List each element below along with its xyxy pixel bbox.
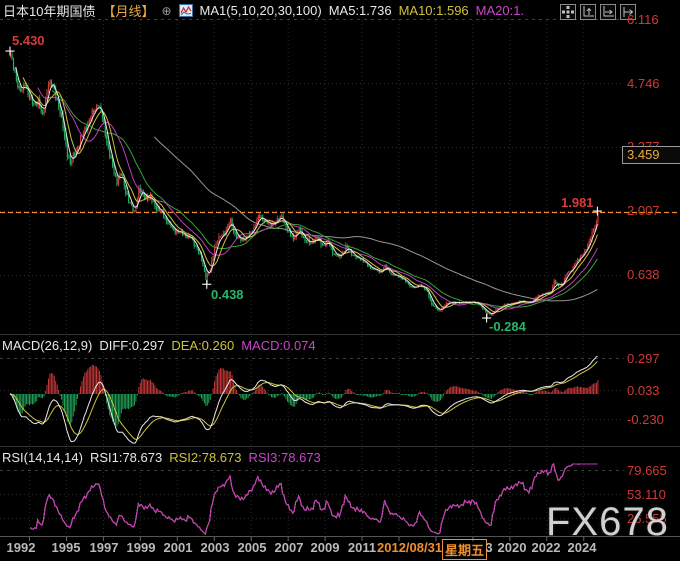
- chart-type-icon[interactable]: [178, 4, 193, 17]
- year-label-2003: 2003: [200, 540, 230, 555]
- pan-icon: [562, 6, 574, 18]
- low-2003-annotation: 0.438: [211, 287, 244, 302]
- low-2019-annotation: -0.284: [489, 319, 526, 334]
- crosshair-weekday-label: 星期五: [442, 539, 488, 560]
- rsi2-value: RSI2:78.673: [169, 449, 242, 465]
- price-tick-0638: 0.638: [627, 267, 660, 282]
- price-tick-4746: 4.746: [627, 76, 660, 91]
- rsi-tick-top: 79.665: [627, 463, 667, 478]
- year-label-partial: 3: [485, 540, 493, 555]
- high-annotation: 5.430: [12, 33, 45, 48]
- price-tick-6116: 6.116: [627, 12, 659, 27]
- macd-tick-bot: -0.230: [627, 412, 664, 427]
- year-label-2009: 2009: [310, 540, 340, 555]
- year-label-2005: 2005: [237, 540, 267, 555]
- macd-tick-top: 0.297: [627, 351, 660, 366]
- rsi-title: RSI(14,14,14): [2, 449, 83, 465]
- year-label-2011: 2011: [347, 540, 377, 555]
- year-label-1999: 1999: [126, 540, 156, 555]
- ma-settings-label: MA1(5,10,20,30,100): [199, 3, 322, 18]
- scale-y-button[interactable]: [580, 4, 596, 20]
- scale-x-button[interactable]: [600, 4, 616, 20]
- pan-button[interactable]: [560, 4, 576, 20]
- year-label-2007: 2007: [274, 540, 304, 555]
- last-price-annotation: 1.981: [561, 195, 594, 210]
- macd-macd-value: MACD:0.074: [241, 337, 316, 353]
- year-label-1992: 1992: [6, 540, 36, 555]
- collapse-icon[interactable]: ⊕: [161, 4, 171, 18]
- rsi1-value: RSI1:78.673: [89, 449, 163, 465]
- macd-dea-value: DEA:0.260: [171, 337, 235, 353]
- charting-app: 日本10年期国债 【月线】 ⊕ MA1(5,10,20,30,100) MA5:…: [0, 0, 680, 561]
- ma10-value: MA10:1.596: [398, 3, 469, 18]
- year-label-2001: 2001: [163, 540, 193, 555]
- axis-up-icon: [583, 6, 594, 17]
- rsi3-value: RSI3:78.673: [248, 449, 321, 465]
- macd-header: MACD(26,12,9) DIFF:0.297 DEA:0.260 MACD:…: [2, 337, 316, 353]
- macd-title: MACD(26,12,9): [2, 337, 93, 353]
- year-label-1997: 1997: [89, 540, 119, 555]
- period-label[interactable]: 【月线】: [102, 1, 154, 20]
- symbol-title: 日本10年期国债: [3, 4, 96, 19]
- crosshair-date-label: 2012/08/31: [377, 540, 443, 555]
- macd-tick-mid: 0.033: [627, 383, 660, 398]
- price-chart-canvas[interactable]: [0, 0, 680, 561]
- chart-toolbar: [560, 4, 636, 20]
- rsi-header: RSI(14,14,14) RSI1:78.673 RSI2:78.673 RS…: [2, 449, 321, 465]
- chart-header: 日本10年期国债 【月线】 ⊕ MA1(5,10,20,30,100) MA5:…: [3, 2, 524, 19]
- fx678-watermark: FX678: [546, 500, 669, 544]
- macd-diff-value: DIFF:0.297: [99, 337, 165, 353]
- price-tick-2007: 2.007: [627, 203, 660, 218]
- year-label-2020: 2020: [497, 540, 527, 555]
- year-label-1995: 1995: [51, 540, 81, 555]
- ma20-value: MA20:1.: [475, 3, 525, 18]
- ma5-value: MA5:1.736: [328, 3, 392, 18]
- crosshair-price-box: 3.459: [622, 146, 680, 164]
- axis-right-icon: [603, 6, 614, 17]
